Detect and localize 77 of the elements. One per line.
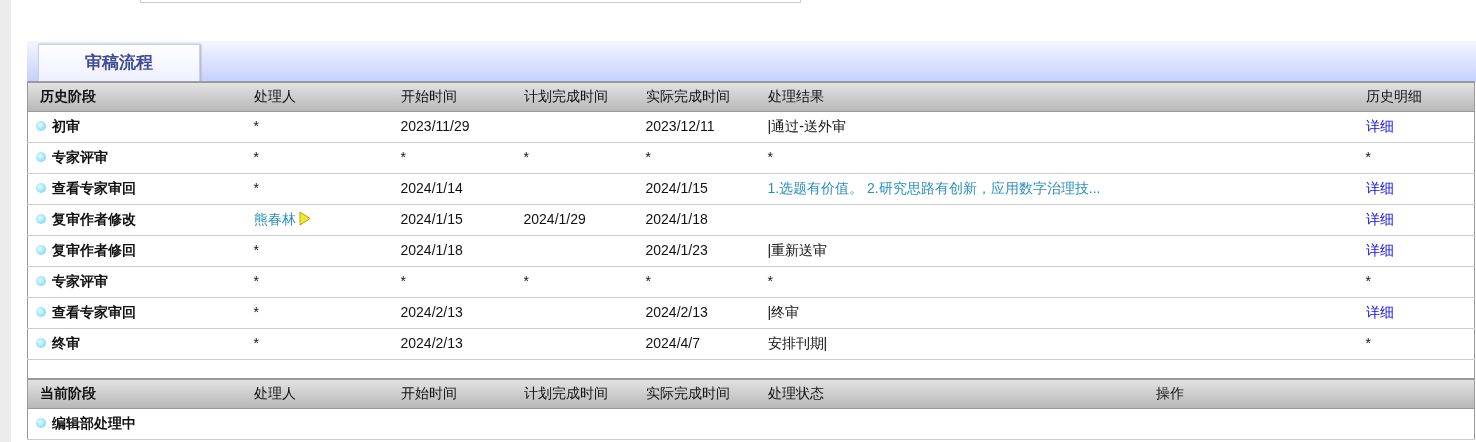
link[interactable]: 熊春林 (253, 211, 296, 227)
stage-name: 查看专家审回 (52, 302, 136, 322)
table-cell: * (767, 149, 773, 165)
table-cell: * (767, 273, 773, 289)
bullet-icon (36, 307, 46, 318)
link[interactable]: 详细 (1365, 211, 1394, 227)
table-cell: 2024/1/18 (400, 242, 463, 258)
stage-name: 专家评审 (52, 147, 108, 167)
play-icon[interactable] (298, 211, 311, 226)
table-cell: * (645, 273, 651, 289)
table-cell: 2024/1/15 (400, 211, 463, 227)
table-cell: 2024/2/13 (645, 304, 708, 320)
table-cell: 2024/1/14 (400, 180, 463, 196)
table-cell: 安排刊期| (767, 335, 828, 351)
column-header: 开始时间 (400, 88, 457, 105)
table-cell: 2023/11/29 (400, 118, 470, 134)
column-header: 处理结果 (767, 88, 824, 105)
table-cell: * (1365, 273, 1371, 289)
table-cell: * (645, 149, 651, 165)
column-header: 操作 (1155, 385, 1184, 402)
bullet-icon (36, 121, 46, 132)
table-cell: 2023/12/11 (645, 118, 715, 134)
bullet-icon (36, 338, 46, 349)
table-cell: * (400, 149, 406, 165)
table-cell: |终审 (767, 304, 800, 320)
text-field[interactable] (140, 0, 801, 3)
table-cell: 2024/2/13 (400, 335, 463, 351)
table-cell: * (253, 304, 259, 320)
table-cell: 2024/1/23 (645, 242, 708, 258)
stage-name: 复审作者修回 (52, 240, 136, 260)
stage-name: 专家评审 (52, 271, 108, 291)
table-cell: * (253, 273, 259, 289)
table-cell: * (253, 242, 259, 258)
link[interactable]: 1.选题有价值。 2.研究思路有创新，应用数字治理技... (767, 180, 1101, 196)
table-cell: * (1365, 335, 1371, 351)
table-cell: 2024/1/18 (645, 211, 708, 227)
stage-name: 编辑部处理中 (52, 413, 136, 433)
link[interactable]: 详细 (1365, 304, 1394, 320)
column-header: 处理状态 (767, 385, 824, 402)
column-header: 实际完成时间 (645, 88, 730, 105)
bullet-icon (36, 418, 46, 429)
column-header: 历史阶段 (40, 88, 96, 105)
column-header: 历史明细 (1365, 88, 1422, 105)
bullet-icon (36, 214, 46, 225)
stage-name: 查看专家审回 (52, 178, 136, 198)
column-header: 处理人 (253, 88, 296, 105)
column-header: 计划完成时间 (523, 385, 608, 402)
column-header: 当前阶段 (40, 385, 96, 402)
link[interactable]: 详细 (1365, 242, 1394, 258)
table-cell: * (253, 149, 259, 165)
stage-name: 复审作者修改 (52, 209, 136, 229)
table-cell: * (253, 180, 259, 196)
table-cell: 2024/2/13 (400, 304, 463, 320)
link[interactable]: 详细 (1365, 118, 1394, 134)
table-cell: |重新送审 (767, 242, 828, 258)
table-cell: * (400, 273, 406, 289)
stage-name: 终审 (52, 333, 80, 353)
table-cell: * (523, 273, 529, 289)
table-cell: 2024/4/7 (645, 335, 700, 351)
bullet-icon (36, 183, 46, 194)
link[interactable]: 详细 (1365, 180, 1394, 196)
table-cell: * (253, 118, 259, 134)
bullet-icon (36, 245, 46, 256)
table-cell: 2024/1/29 (523, 211, 586, 227)
column-header: 实际完成时间 (645, 385, 730, 402)
stage-name: 初审 (52, 116, 80, 136)
column-header: 处理人 (253, 385, 296, 402)
column-header: 计划完成时间 (523, 88, 608, 105)
table-cell: 2024/1/15 (645, 180, 708, 196)
column-header: 开始时间 (400, 385, 457, 402)
tab[interactable]: 审稿流程 (38, 44, 200, 81)
bullet-icon (36, 152, 46, 163)
table-cell: * (253, 335, 259, 351)
bullet-icon (36, 276, 46, 287)
table-cell: * (523, 149, 529, 165)
table-cell: * (1365, 149, 1371, 165)
table-cell: |通过-送外审 (767, 118, 846, 134)
